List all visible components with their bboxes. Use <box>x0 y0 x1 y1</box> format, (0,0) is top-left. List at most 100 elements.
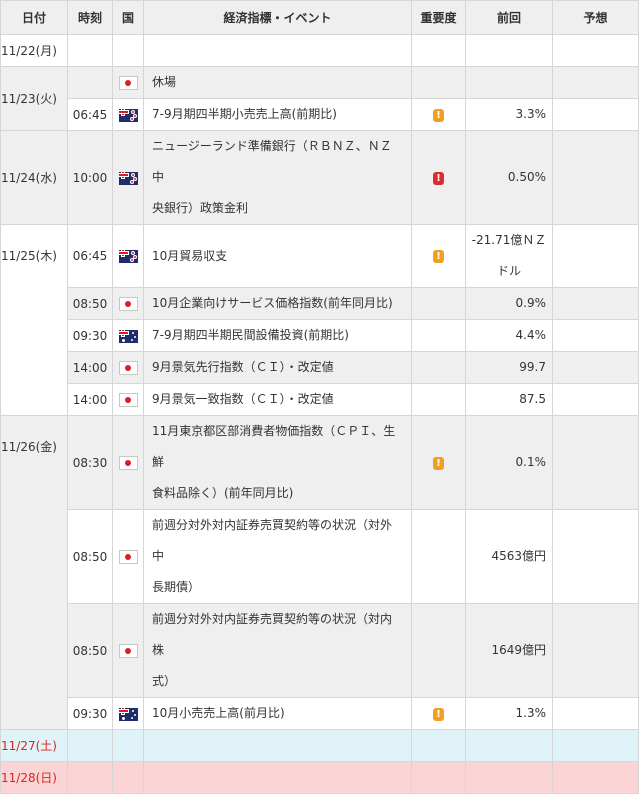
nz-flag-icon <box>118 250 138 263</box>
time-cell <box>67 729 113 762</box>
forecast-cell <box>552 729 639 762</box>
au-flag-icon <box>118 329 138 343</box>
importance-cell <box>411 761 466 794</box>
table-row: 08:50 10月企業向けサービス価格指数(前年同月比) 0.9% <box>1 287 639 320</box>
time-cell: 09:30 <box>67 319 113 352</box>
jp-flag-icon <box>118 455 138 470</box>
event-line: 式） <box>152 674 177 688</box>
forecast-cell <box>552 287 639 320</box>
previous-cell <box>465 761 553 794</box>
time-cell <box>67 34 113 67</box>
nz-flag-icon <box>118 108 138 122</box>
table-row: 08:50 前週分対外対内証券売買契約等の状況（対内株 式） 1649億円 <box>1 603 639 698</box>
header-importance: 重要度 <box>411 0 466 35</box>
event-cell: 7-9月期四半期小売売上高(前期比) <box>143 98 412 131</box>
jp-flag-icon <box>118 75 138 90</box>
economic-calendar-table: 日付 時刻 国 経済指標・イベント 重要度 前回 予想 11/22(月) 11/… <box>0 0 639 794</box>
country-cell <box>112 729 144 762</box>
previous-cell: 4.4% <box>465 319 553 352</box>
previous-cell: 87.5 <box>465 383 553 416</box>
importance-cell: ! <box>411 697 466 730</box>
table-row-saturday: 11/27(土) <box>0 729 639 762</box>
importance-medium-icon: ! <box>433 250 444 263</box>
country-cell <box>112 34 144 67</box>
event-line: 長期債） <box>152 580 201 594</box>
forecast-cell <box>552 415 639 510</box>
event-cell: 9月景気一致指数（ＣＩ）・改定値 <box>143 383 412 416</box>
country-cell <box>112 224 144 288</box>
time-cell: 14:00 <box>67 351 113 384</box>
date-cell: 11/27(土) <box>0 729 68 762</box>
header-forecast: 予想 <box>552 0 639 35</box>
previous-cell <box>465 66 553 99</box>
jp-flag-icon <box>118 549 138 564</box>
importance-medium-icon: ! <box>433 108 444 122</box>
nz-flag-icon <box>118 171 138 185</box>
previous-cell: 0.9% <box>465 287 553 320</box>
table-row: 11/22(月) <box>0 34 639 67</box>
header-previous: 前回 <box>465 0 553 35</box>
importance-cell <box>411 351 466 384</box>
importance-cell <box>411 319 466 352</box>
event-cell <box>143 729 412 762</box>
time-cell <box>67 761 113 794</box>
forecast-cell <box>552 98 639 131</box>
time-cell: 06:45 <box>67 98 113 131</box>
importance-cell <box>411 287 466 320</box>
table-row: 06:45 7-9月期四半期小売売上高(前期比) ! 3.3% <box>1 98 639 131</box>
jp-flag-icon <box>118 392 138 407</box>
importance-cell <box>411 509 466 604</box>
time-cell: 08:50 <box>67 287 113 320</box>
event-line: 央銀行）政策金利 <box>152 201 249 215</box>
au-flag-icon <box>118 707 138 721</box>
country-cell <box>112 351 144 384</box>
event-cell <box>143 34 412 67</box>
importance-high-icon: ! <box>433 171 444 185</box>
jp-flag-icon <box>118 643 138 658</box>
importance-cell <box>411 383 466 416</box>
event-cell <box>143 761 412 794</box>
time-cell: 08:50 <box>67 603 113 698</box>
time-cell: 06:45 <box>67 224 113 288</box>
country-cell <box>112 697 144 730</box>
table-row: 09:30 10月小売売上高(前月比) ! 1.3% <box>1 697 639 730</box>
date-cell: 11/22(月) <box>0 34 68 67</box>
event-cell: 7-9月期四半期民間設備投資(前期比) <box>143 319 412 352</box>
table-row: 08:50 前週分対外対内証券売買契約等の状況（対外中 長期債） 4563億円 <box>1 509 639 604</box>
header-time: 時刻 <box>67 0 113 35</box>
country-cell <box>112 415 144 510</box>
forecast-cell <box>552 603 639 698</box>
forecast-cell <box>552 66 639 99</box>
event-line: ニュージーランド準備銀行（ＲＢＮＺ、ＮＺ中 <box>152 139 392 184</box>
importance-cell <box>411 603 466 698</box>
country-cell <box>112 509 144 604</box>
country-cell <box>112 319 144 352</box>
country-cell <box>112 603 144 698</box>
table-row: 14:00 9月景気先行指数（ＣＩ）・改定値 99.7 <box>1 351 639 384</box>
previous-cell: 3.3% <box>465 98 553 131</box>
time-cell <box>67 66 113 99</box>
previous-cell: 1.3% <box>465 697 553 730</box>
importance-cell <box>411 66 466 99</box>
importance-medium-icon: ! <box>433 456 444 470</box>
country-cell <box>112 66 144 99</box>
importance-cell: ! <box>411 224 466 288</box>
table-row-sunday: 11/28(日) <box>0 761 639 794</box>
table-row: 09:30 7-9月期四半期民間設備投資(前期比) 4.4% <box>1 319 639 352</box>
previous-cell: 99.7 <box>465 351 553 384</box>
header-event: 経済指標・イベント <box>143 0 412 35</box>
time-cell: 08:30 <box>67 415 113 510</box>
date-cell: 11/23(火) <box>0 66 68 131</box>
event-line: 前週分対外対内証券売買契約等の状況（対内株 <box>152 612 393 657</box>
previous-cell: 0.50% <box>465 130 553 225</box>
table-row: 11/25(木) 06:45 10月貿易収支 ! -21.71億ＮＺ ドル <box>0 224 639 416</box>
jp-flag-icon <box>118 360 138 375</box>
forecast-cell <box>552 383 639 416</box>
country-cell <box>112 130 144 225</box>
header-country: 国 <box>112 0 144 35</box>
date-cell: 11/28(日) <box>0 761 68 794</box>
previous-cell <box>465 34 553 67</box>
event-cell: 休場 <box>143 66 412 99</box>
country-cell <box>112 761 144 794</box>
event-cell: ニュージーランド準備銀行（ＲＢＮＺ、ＮＺ中央銀行）政策金利 <box>143 130 412 225</box>
